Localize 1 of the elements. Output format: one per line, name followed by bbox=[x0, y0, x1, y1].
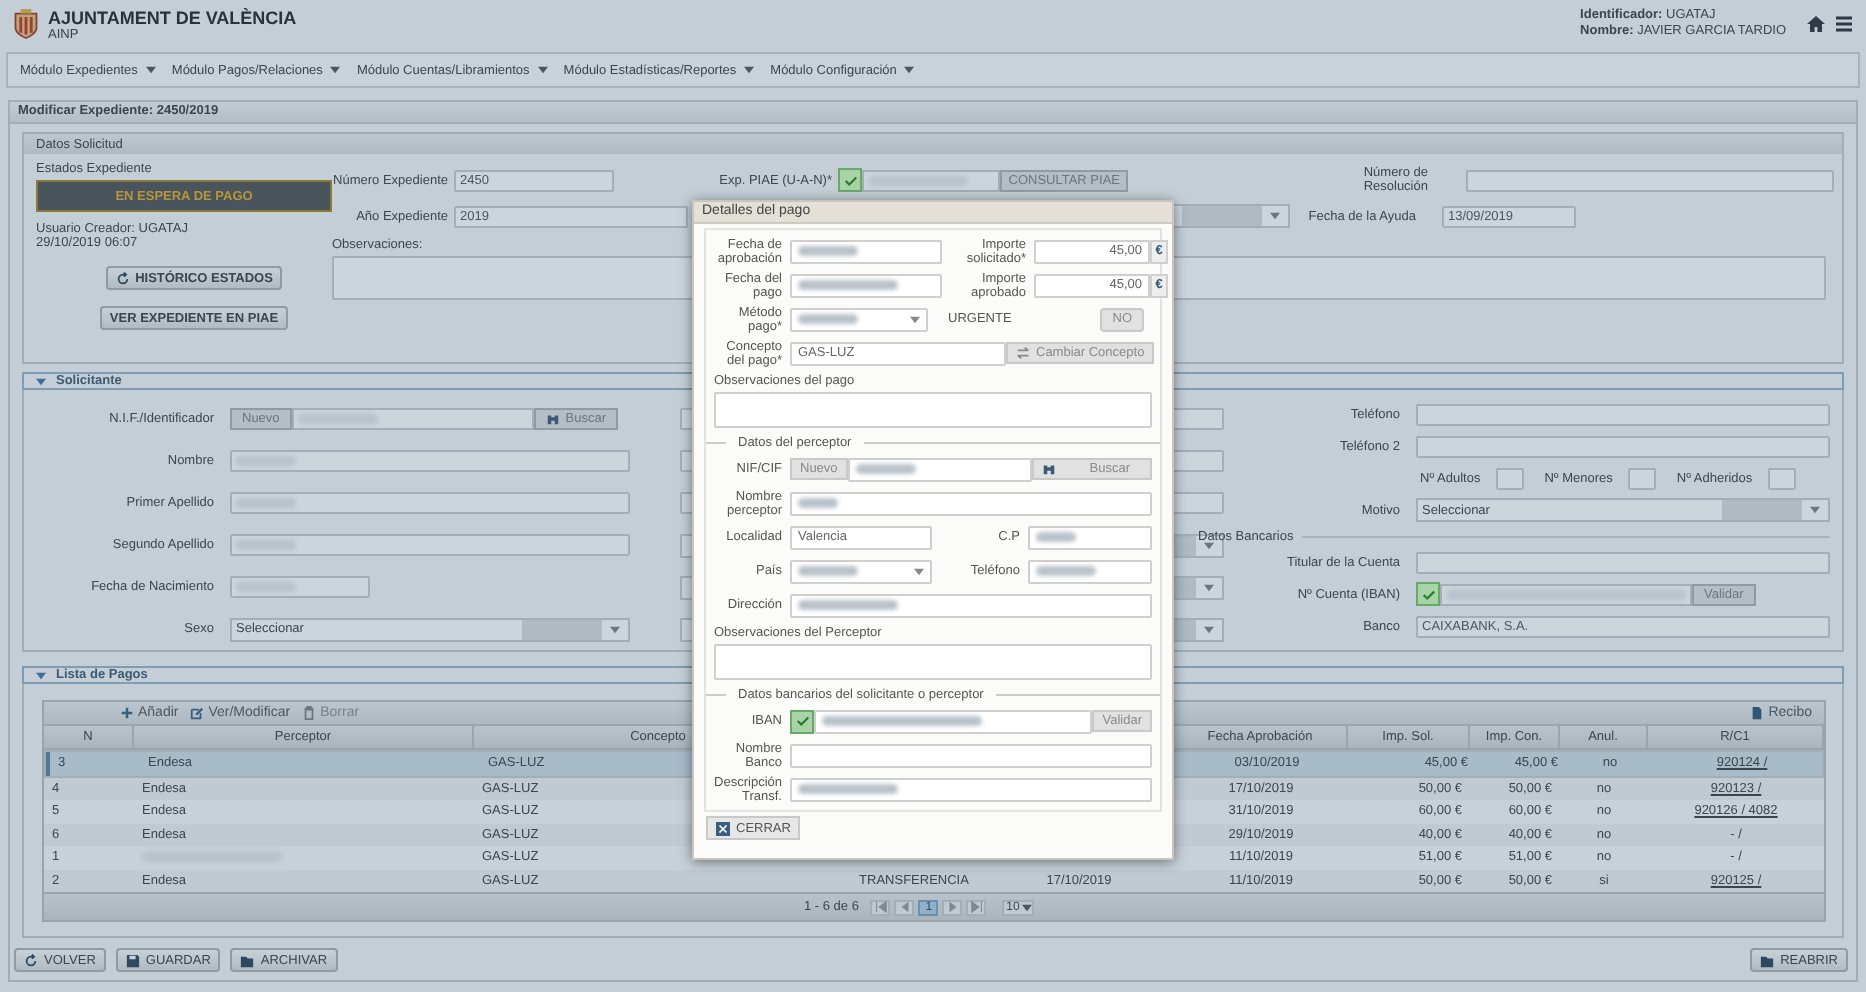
app-title: AJUNTAMENT DE VALÈNCIA bbox=[48, 7, 297, 27]
